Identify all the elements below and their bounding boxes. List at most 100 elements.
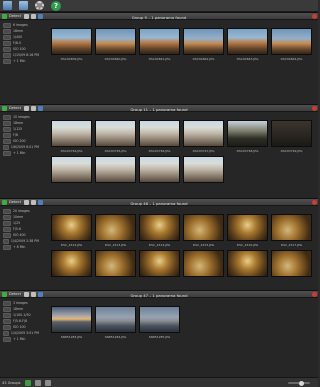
- info-row: F/8.0: [3, 41, 39, 46]
- group-header: Detect Group 11 – 1 panorama found: [0, 105, 318, 112]
- group-info: 6 images 18mm 1/400 F/8.0 ISO 100 1/15/0…: [3, 23, 39, 64]
- thumbnail-image[interactable]: [51, 156, 92, 183]
- thumbnail-image[interactable]: [95, 156, 136, 183]
- thumbnail[interactable]: [95, 250, 136, 283]
- thumbnail-caption: DSC90839.JPG: [60, 57, 83, 61]
- close-icon[interactable]: [312, 106, 317, 111]
- photos-icon[interactable]: [3, 1, 12, 10]
- thumbnail-image[interactable]: [183, 28, 224, 55]
- folder-icon[interactable]: [19, 1, 28, 10]
- group-title: Group 47 – 1 panorama found: [130, 292, 188, 298]
- thumbnail-image[interactable]: [139, 250, 180, 277]
- thumbnail-image[interactable]: [139, 28, 180, 55]
- grid-icon[interactable]: [44, 379, 51, 386]
- thumbnail-image[interactable]: [139, 156, 180, 183]
- thumbnail-image[interactable]: [183, 250, 224, 277]
- info-key-icon: [3, 325, 11, 330]
- panorama-group: Detect Group 9 – 1 panorama found 6 imag…: [0, 12, 318, 104]
- info-key-icon: [3, 121, 11, 126]
- thumbnail[interactable]: DSC_4313.JPG: [95, 214, 136, 247]
- thumbnail-image[interactable]: [139, 214, 180, 241]
- thumbnail-image[interactable]: [139, 120, 180, 147]
- close-icon[interactable]: [312, 292, 317, 297]
- status-bar: 43 Groups: [0, 377, 318, 387]
- info-key-icon: [3, 331, 9, 336]
- thumbnail[interactable]: DSC93745.JPG: [95, 120, 136, 153]
- thumbnail[interactable]: DSC_4312.JPG: [51, 214, 92, 247]
- thumbnail-caption: DSC93749.JPG: [280, 149, 303, 153]
- thumbnail-caption: DSC93745.JPG: [104, 149, 127, 153]
- thumbnail[interactable]: SN851283.JPG: [51, 306, 92, 339]
- thumbnail-image[interactable]: [51, 28, 92, 55]
- thumbnail[interactable]: DSC90839.JPG: [51, 28, 92, 61]
- thumbnail-image[interactable]: [95, 250, 136, 277]
- thumbnail-image[interactable]: [183, 214, 224, 241]
- thumbnail[interactable]: [139, 156, 180, 189]
- thumbnail[interactable]: DSC_4315.JPG: [183, 214, 224, 247]
- thumbnail[interactable]: DSC90840.JPG: [95, 28, 136, 61]
- thumbnail-image[interactable]: [271, 120, 312, 147]
- thumbnail-image[interactable]: [227, 214, 268, 241]
- thumbnail[interactable]: DSC93748.JPG: [227, 120, 268, 153]
- thumbnail[interactable]: [271, 250, 312, 283]
- thumbnail[interactable]: DSC90841.JPG: [139, 28, 180, 61]
- info-value: 6 images: [13, 23, 28, 28]
- list-icon[interactable]: [34, 379, 41, 386]
- thumbnail-image[interactable]: [227, 120, 268, 147]
- thumbnail[interactable]: [51, 250, 92, 283]
- thumbnail-image[interactable]: [183, 120, 224, 147]
- thumbnail[interactable]: [139, 250, 180, 283]
- info-value: 10mm: [13, 215, 24, 220]
- thumbnail-caption: DSC93744.JPG: [60, 149, 83, 153]
- thumbnail-image[interactable]: [95, 28, 136, 55]
- thumbnail-image[interactable]: [271, 214, 312, 241]
- thumbnail-image[interactable]: [271, 250, 312, 277]
- thumbnail[interactable]: [227, 250, 268, 283]
- panorama-group: Detect Group 47 – 1 panorama found 3 ima…: [0, 290, 318, 377]
- thumbnail[interactable]: DSC93749.JPG: [271, 120, 312, 153]
- thumbnail-image[interactable]: [227, 28, 268, 55]
- thumbnail-image[interactable]: [183, 156, 224, 183]
- thumbnail-image[interactable]: [51, 120, 92, 147]
- play-icon[interactable]: [24, 379, 31, 386]
- thumbnail[interactable]: DSC93744.JPG: [51, 120, 92, 153]
- info-key-icon: [3, 35, 11, 40]
- info-row: 1/6/2009 6:01 PM: [3, 145, 39, 150]
- thumbnail[interactable]: DSC_4317.JPG: [271, 214, 312, 247]
- info-key-icon: [3, 301, 11, 306]
- gear-icon[interactable]: [35, 1, 44, 10]
- info-row: 1/400: [3, 35, 39, 40]
- thumbnail-image[interactable]: [95, 120, 136, 147]
- thumbnail-image[interactable]: [139, 306, 180, 333]
- thumbnail[interactable]: SN851284.JPG: [95, 306, 136, 339]
- info-row: 3 images: [3, 301, 39, 306]
- thumbnail-caption: SN851285.JPG: [148, 335, 171, 339]
- thumbnail[interactable]: [183, 250, 224, 283]
- thumbnail-image[interactable]: [227, 250, 268, 277]
- thumbnail-image[interactable]: [95, 306, 136, 333]
- info-key-icon: [3, 133, 11, 138]
- info-value: 1/100-1/50: [13, 313, 31, 318]
- info-row: 1/4/2009 2:38 PM: [3, 239, 39, 244]
- thumbnail[interactable]: DSC90843.JPG: [227, 28, 268, 61]
- thumbnail-image[interactable]: [51, 306, 92, 333]
- thumbnail[interactable]: DSC93747.JPG: [183, 120, 224, 153]
- info-key-icon: [3, 53, 11, 58]
- thumbnail[interactable]: [183, 156, 224, 189]
- close-icon[interactable]: [312, 200, 317, 205]
- thumbnail-image[interactable]: [95, 214, 136, 241]
- thumbnail[interactable]: DSC90844.JPG: [271, 28, 312, 61]
- zoom-slider-knob[interactable]: [299, 380, 304, 386]
- thumbnail-image[interactable]: [51, 214, 92, 241]
- thumbnail[interactable]: [95, 156, 136, 189]
- thumbnail[interactable]: SN851285.JPG: [139, 306, 180, 339]
- thumbnail[interactable]: DSC_4316.JPG: [227, 214, 268, 247]
- thumbnail[interactable]: DSC_4314.JPG: [139, 214, 180, 247]
- close-icon[interactable]: [312, 14, 317, 19]
- thumbnail-image[interactable]: [51, 250, 92, 277]
- thumbnail-image[interactable]: [271, 28, 312, 55]
- thumbnail[interactable]: [51, 156, 92, 189]
- thumbnail[interactable]: DSC90842.JPG: [183, 28, 224, 61]
- help-icon[interactable]: ?: [51, 0, 61, 11]
- thumbnail[interactable]: DSC93746.JPG: [139, 120, 180, 153]
